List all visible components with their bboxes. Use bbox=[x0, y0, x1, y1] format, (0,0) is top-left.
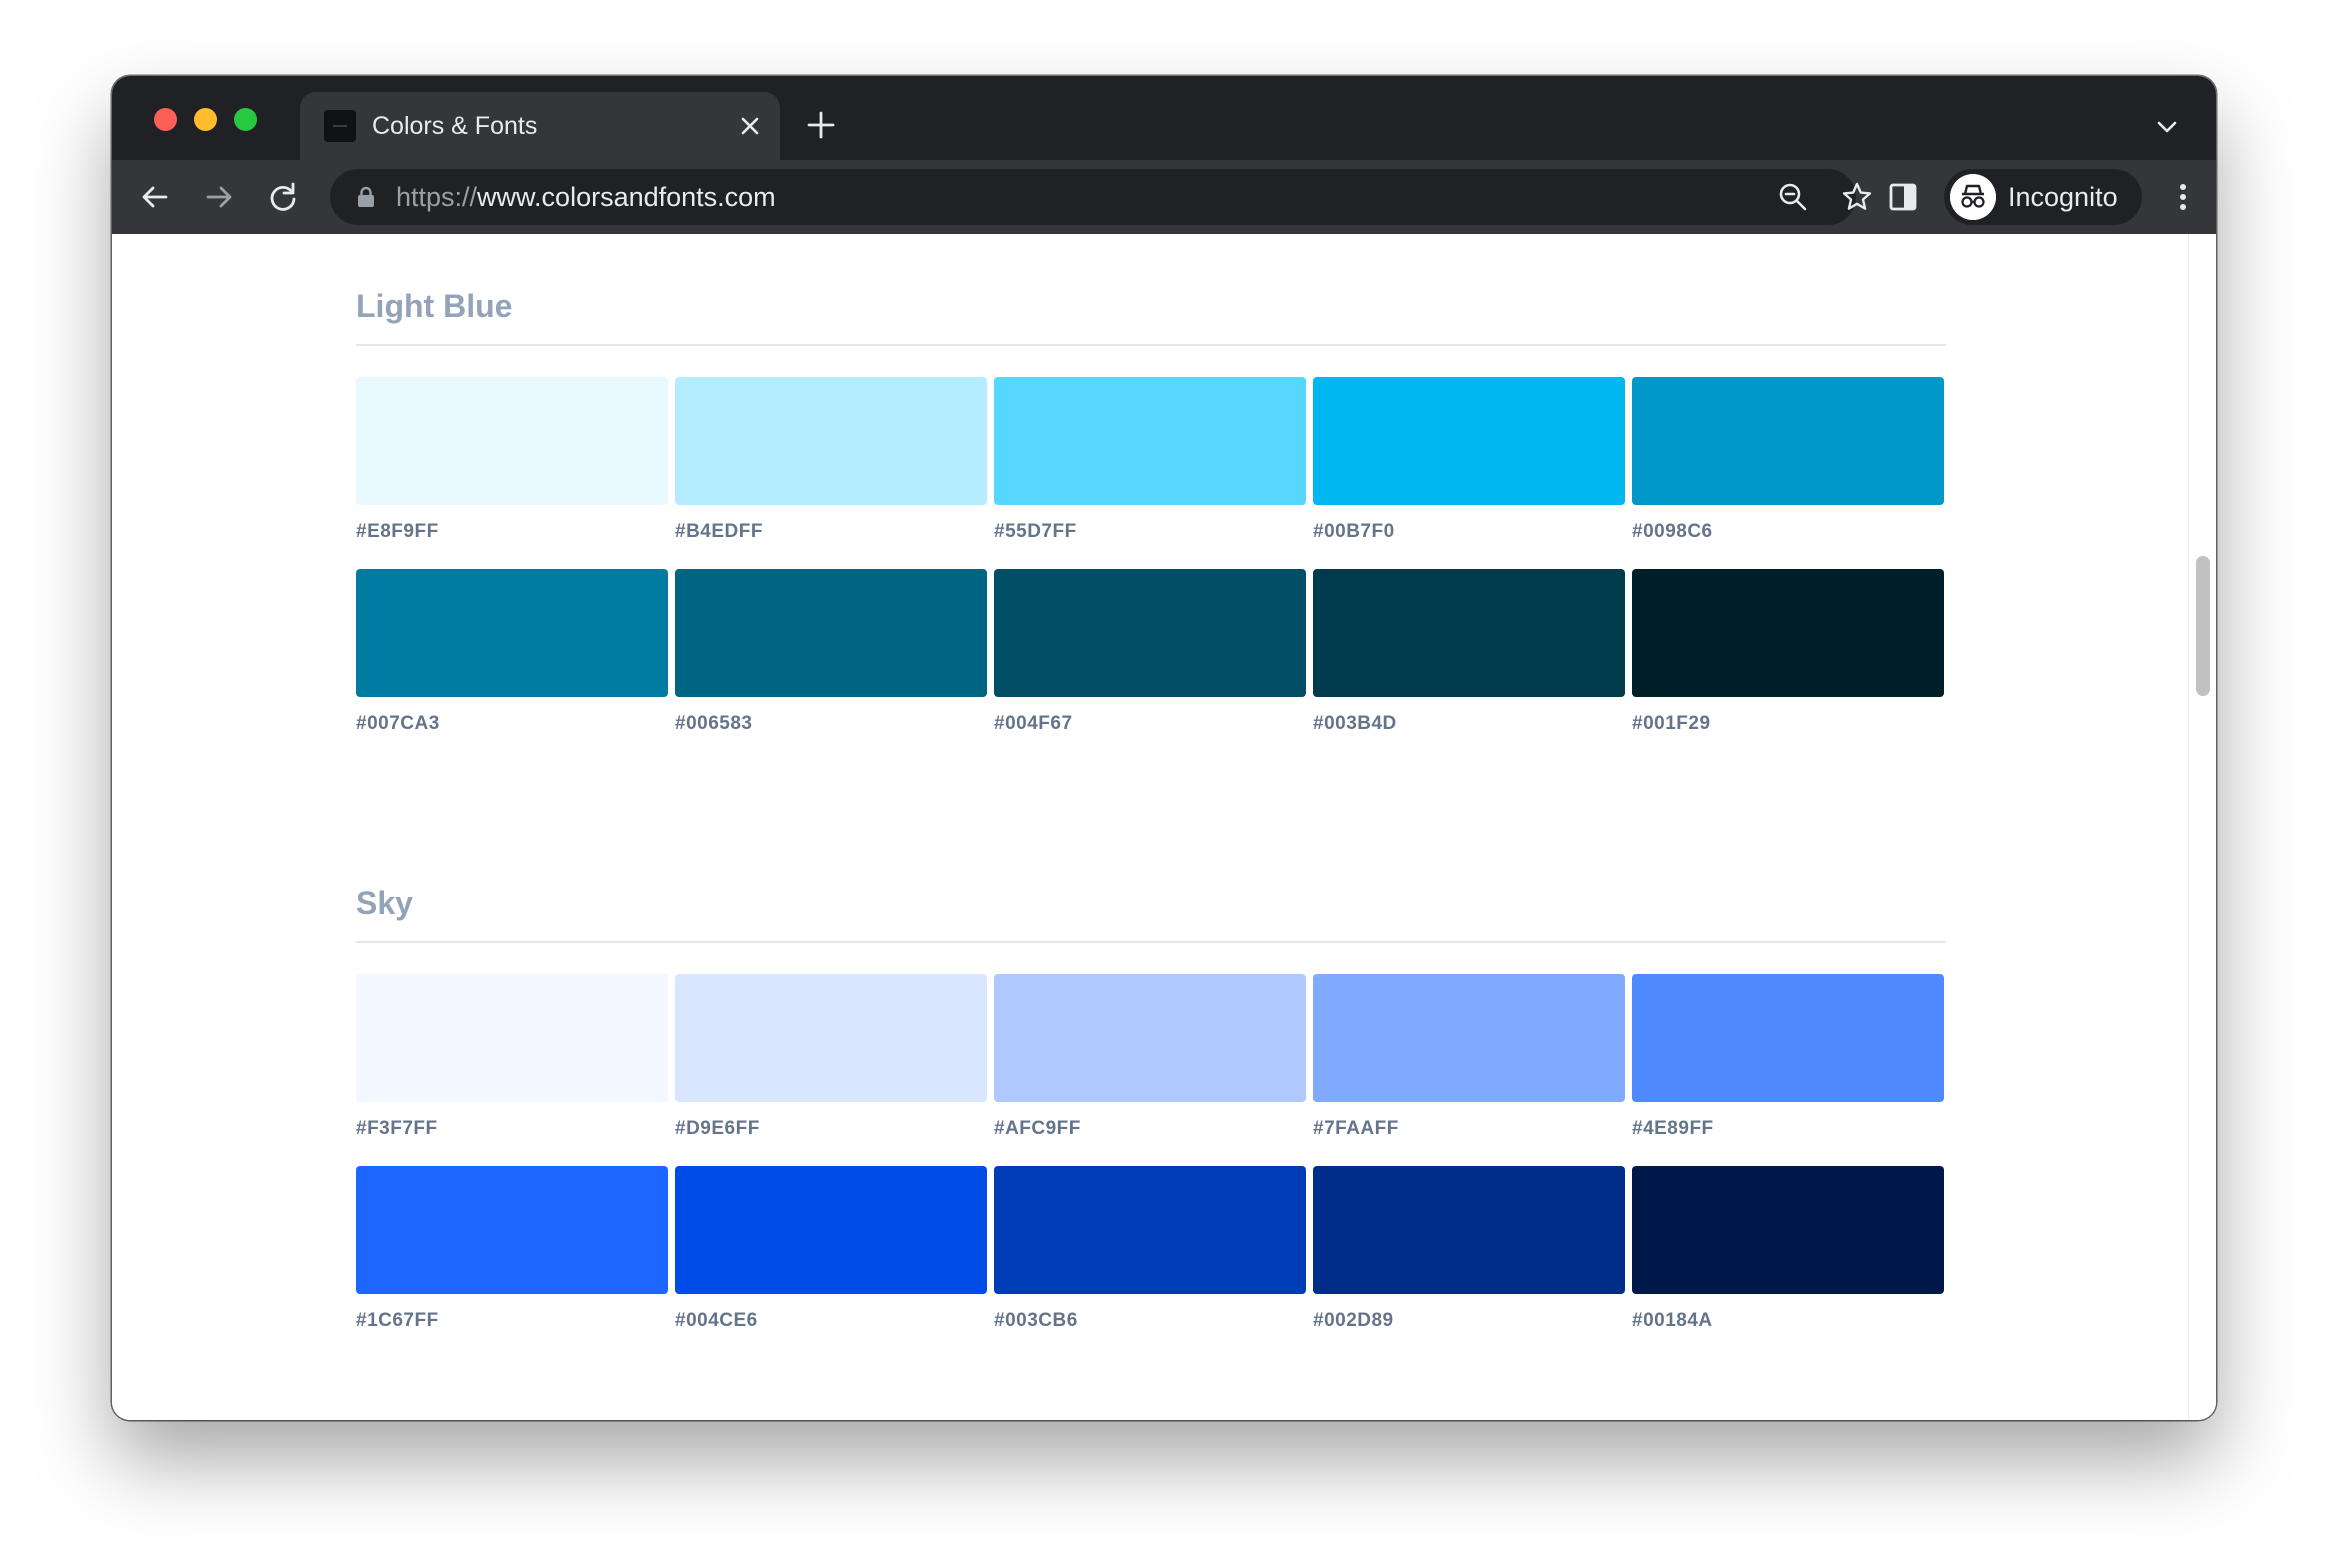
swatch-hex-label: #003CB6 bbox=[994, 1310, 1078, 1331]
new-tab-icon[interactable] bbox=[806, 110, 836, 140]
color-swatch[interactable]: #003CB6 bbox=[994, 1166, 1306, 1332]
swatch-hex-label: #002D89 bbox=[1313, 1310, 1394, 1331]
profile-label: Incognito bbox=[2008, 182, 2118, 212]
color-swatch[interactable]: #E8F9FF bbox=[356, 377, 668, 543]
swatch-color-block[interactable] bbox=[1313, 974, 1625, 1102]
color-swatch[interactable]: #00184A bbox=[1632, 1166, 1944, 1332]
tab-close-icon[interactable] bbox=[736, 112, 764, 140]
url-host: www.colorsandfonts.com bbox=[477, 182, 776, 212]
swatch-hex-label: #004CE6 bbox=[675, 1310, 758, 1331]
swatch-hex-label: #F3F7FF bbox=[356, 1118, 438, 1139]
color-swatch[interactable]: #F3F7FF bbox=[356, 974, 668, 1140]
color-swatch[interactable]: #00B7F0 bbox=[1313, 377, 1625, 543]
swatch-color-block[interactable] bbox=[1313, 377, 1625, 505]
color-swatch[interactable]: #1C67FF bbox=[356, 1166, 668, 1332]
swatch-color-block[interactable] bbox=[994, 377, 1306, 505]
window-close-button[interactable] bbox=[154, 108, 177, 131]
swatch-hex-label: #1C67FF bbox=[356, 1310, 439, 1331]
section-divider bbox=[356, 344, 1946, 346]
swatch-color-block[interactable] bbox=[675, 569, 987, 697]
color-swatch[interactable]: #001F29 bbox=[1632, 569, 1944, 735]
swatch-hex-label: #B4EDFF bbox=[675, 521, 763, 542]
swatch-hex-label: #7FAAFF bbox=[1313, 1118, 1399, 1139]
site-favicon-icon bbox=[324, 110, 356, 142]
swatch-hex-label: #55D7FF bbox=[994, 521, 1077, 542]
color-swatch[interactable]: #006583 bbox=[675, 569, 987, 735]
color-swatch[interactable]: #D9E6FF bbox=[675, 974, 987, 1140]
swatch-hex-label: #003B4D bbox=[1313, 713, 1397, 734]
swatch-color-block[interactable] bbox=[1632, 1166, 1944, 1294]
url-scheme: https:// bbox=[396, 182, 478, 212]
color-swatch[interactable]: #004F67 bbox=[994, 569, 1306, 735]
swatch-color-block[interactable] bbox=[356, 1166, 668, 1294]
swatch-hex-label: #006583 bbox=[675, 713, 753, 734]
url-text: https://www.colorsandfonts.com bbox=[396, 182, 776, 212]
swatch-color-block[interactable] bbox=[994, 974, 1306, 1102]
swatch-color-block[interactable] bbox=[1632, 974, 1944, 1102]
tab-strip: Colors & Fonts bbox=[112, 76, 2216, 160]
color-swatch[interactable]: #7FAAFF bbox=[1313, 974, 1625, 1140]
swatch-color-block[interactable] bbox=[1632, 569, 1944, 697]
browser-window: Colors & Fonts https://www.colorsandfont… bbox=[112, 76, 2216, 1420]
swatch-hex-label: #0098C6 bbox=[1632, 521, 1713, 542]
swatch-color-block[interactable] bbox=[1313, 1166, 1625, 1294]
swatch-color-block[interactable] bbox=[356, 974, 668, 1102]
color-swatch[interactable]: #004CE6 bbox=[675, 1166, 987, 1332]
swatch-hex-label: #D9E6FF bbox=[675, 1118, 760, 1139]
window-maximize-button[interactable] bbox=[234, 108, 257, 131]
section-title: Sky bbox=[356, 885, 413, 921]
color-swatch[interactable]: #4E89FF bbox=[1632, 974, 1944, 1140]
swatch-hex-label: #00184A bbox=[1632, 1310, 1713, 1331]
swatch-color-block[interactable] bbox=[675, 974, 987, 1102]
tab-colors-and-fonts[interactable]: Colors & Fonts bbox=[300, 92, 780, 160]
swatch-hex-label: #AFC9FF bbox=[994, 1118, 1081, 1139]
color-swatch[interactable]: #B4EDFF bbox=[675, 377, 987, 543]
swatch-color-block[interactable] bbox=[675, 1166, 987, 1294]
more-options-icon[interactable] bbox=[2166, 180, 2200, 214]
profile-button[interactable]: Incognito bbox=[1944, 169, 2142, 225]
section-divider bbox=[356, 941, 1946, 943]
swatch-color-block[interactable] bbox=[994, 1166, 1306, 1294]
swatch-color-block[interactable] bbox=[356, 377, 668, 505]
forward-arrow-icon[interactable] bbox=[202, 180, 236, 214]
page-content: Light Blue #E8F9FF #B4EDFF #55D7FF #00B7F0 #… bbox=[112, 234, 2216, 1420]
swatch-color-block[interactable] bbox=[675, 377, 987, 505]
back-arrow-icon[interactable] bbox=[138, 180, 172, 214]
swatch-hex-label: #E8F9FF bbox=[356, 521, 439, 542]
color-swatch[interactable]: #0098C6 bbox=[1632, 377, 1944, 543]
scrollbar[interactable] bbox=[2188, 234, 2216, 1420]
section-title: Light Blue bbox=[356, 288, 513, 324]
tab-search-chevron-icon[interactable] bbox=[2154, 114, 2180, 140]
color-swatch[interactable]: #55D7FF bbox=[994, 377, 1306, 543]
swatch-hex-label: #004F67 bbox=[994, 713, 1073, 734]
incognito-icon bbox=[1950, 174, 1996, 220]
address-bar[interactable]: https://www.colorsandfonts.com bbox=[330, 169, 1872, 225]
swatch-color-block[interactable] bbox=[994, 569, 1306, 697]
color-swatch[interactable]: #002D89 bbox=[1313, 1166, 1625, 1332]
scrollbar-thumb[interactable] bbox=[2196, 556, 2210, 696]
swatch-color-block[interactable] bbox=[1632, 377, 1944, 505]
browser-toolbar: https://www.colorsandfonts.com Incognito bbox=[112, 160, 2216, 234]
swatch-hex-label: #4E89FF bbox=[1632, 1118, 1714, 1139]
window-minimize-button[interactable] bbox=[194, 108, 217, 131]
tab-title: Colors & Fonts bbox=[372, 112, 538, 140]
swatch-color-block[interactable] bbox=[1313, 569, 1625, 697]
swatch-hex-label: #00B7F0 bbox=[1313, 521, 1395, 542]
swatch-color-block[interactable] bbox=[356, 569, 668, 697]
lock-icon[interactable] bbox=[356, 186, 376, 208]
bookmark-star-icon[interactable] bbox=[1840, 180, 1874, 214]
side-panel-icon[interactable] bbox=[1886, 180, 1920, 214]
reload-icon[interactable] bbox=[266, 180, 300, 214]
zoom-icon[interactable] bbox=[1776, 180, 1810, 214]
swatch-hex-label: #007CA3 bbox=[356, 713, 440, 734]
color-swatch[interactable]: #AFC9FF bbox=[994, 974, 1306, 1140]
color-swatch[interactable]: #003B4D bbox=[1313, 569, 1625, 735]
swatch-hex-label: #001F29 bbox=[1632, 713, 1711, 734]
color-swatch[interactable]: #007CA3 bbox=[356, 569, 668, 735]
